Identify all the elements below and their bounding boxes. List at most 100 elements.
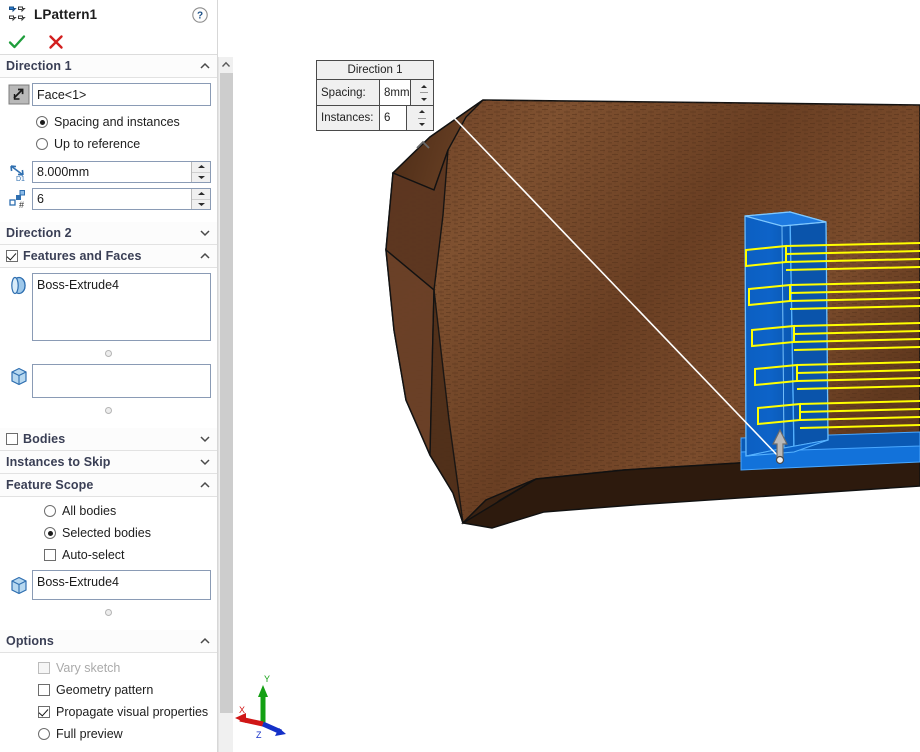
checkbox-label: Auto-select <box>62 548 125 562</box>
callout-spacing-field[interactable]: 8mm <box>380 80 433 105</box>
scroll-up-icon[interactable] <box>219 57 233 72</box>
radio-label: Selected bodies <box>62 526 151 540</box>
accept-button[interactable] <box>6 32 28 52</box>
faces-resize-handle[interactable] <box>6 403 211 417</box>
callout-collapse-chevron-icon[interactable] <box>414 139 432 151</box>
instances-spin-arrows[interactable] <box>191 189 210 209</box>
spacing-spin-arrows[interactable] <box>191 162 210 182</box>
chevron-down-icon <box>198 432 212 446</box>
reverse-direction-icon[interactable] <box>6 84 32 106</box>
scope-body-row: Boss-Extrude4 <box>6 570 211 600</box>
callout-title: Direction 1 <box>317 61 433 80</box>
checkbox-indicator <box>38 684 50 696</box>
spin-down-icon[interactable] <box>420 93 428 105</box>
property-manager-header: LPattern1 ? <box>0 0 217 29</box>
triad-y-label: Y <box>264 674 270 684</box>
chevron-up-icon <box>198 249 212 263</box>
scope-body-field[interactable]: Boss-Extrude4 <box>32 570 211 600</box>
spacing-row: D1 8.000mm <box>6 161 211 183</box>
svg-text:?: ? <box>197 11 203 22</box>
callout-instances-value[interactable]: 6 <box>380 106 406 130</box>
section-header-direction-2[interactable]: Direction 2 <box>0 222 217 245</box>
section-title-direction-2: Direction 2 <box>6 226 72 240</box>
spin-up-icon[interactable] <box>419 80 428 93</box>
callout-instances-field[interactable]: 6 <box>380 106 433 130</box>
section-body-features-and-faces: Boss-Extrude4 <box>0 268 217 428</box>
direction-reference-row: Face<1> <box>6 83 211 106</box>
radio-spacing-and-instances[interactable]: Spacing and instances <box>6 111 211 133</box>
direction-reference-field[interactable]: Face<1> <box>32 83 211 106</box>
chevron-up-icon <box>198 634 212 648</box>
chevron-down-icon <box>198 455 212 469</box>
number-of-instances-icon: # <box>6 188 32 210</box>
callout-spacing-spin[interactable] <box>409 80 433 105</box>
faces-row <box>6 364 211 398</box>
section-title-bodies: Bodies <box>23 432 66 446</box>
radio-label: Spacing and instances <box>54 115 180 129</box>
direction-1-callout[interactable]: Direction 1 Spacing: 8mm Instances: 6 <box>316 60 434 131</box>
property-manager-scrollbar[interactable] <box>218 57 233 752</box>
spin-down-icon[interactable] <box>418 119 426 131</box>
triad-z-label: Z <box>256 730 262 740</box>
radio-label: Up to reference <box>54 137 141 151</box>
spacing-stepper[interactable]: 8.000mm <box>32 161 211 183</box>
section-body-direction-1: Face<1> Spacing and instances Up to refe… <box>0 78 217 222</box>
features-row: Boss-Extrude4 <box>6 273 211 341</box>
features-list-field[interactable]: Boss-Extrude4 <box>32 273 211 341</box>
scrollbar-thumb[interactable] <box>220 73 233 713</box>
triad-x-label: X <box>239 705 245 715</box>
bodies-checkbox[interactable] <box>6 433 18 445</box>
instances-row: # 6 <box>6 188 211 210</box>
checkbox-label: Geometry pattern <box>56 683 154 697</box>
spin-up-icon[interactable] <box>192 162 210 173</box>
faces-list-field[interactable] <box>32 364 211 398</box>
section-header-direction-1[interactable]: Direction 1 <box>0 55 217 78</box>
svg-text:D1: D1 <box>16 176 25 182</box>
section-body-options: Vary sketch Geometry pattern Propagate v… <box>0 653 217 752</box>
radio-selected-bodies[interactable]: Selected bodies <box>6 522 211 544</box>
checkbox-auto-select[interactable]: Auto-select <box>6 544 211 566</box>
section-header-instances-to-skip[interactable]: Instances to Skip <box>0 451 217 474</box>
instances-value[interactable]: 6 <box>33 189 191 209</box>
coordinate-triad: Y X Z <box>235 674 286 740</box>
section-header-feature-scope[interactable]: Feature Scope <box>0 474 217 497</box>
radio-all-bodies[interactable]: All bodies <box>6 500 211 522</box>
callout-spacing-value[interactable]: 8mm <box>380 80 410 105</box>
solid-body-icon <box>6 574 32 596</box>
checkbox-propagate-visual-properties[interactable]: Propagate visual properties <box>6 701 211 723</box>
radio-indicator <box>44 505 56 517</box>
radio-indicator <box>36 138 48 150</box>
section-title-direction-1: Direction 1 <box>6 59 72 73</box>
checkbox-indicator <box>44 549 56 561</box>
chevron-up-icon <box>198 478 212 492</box>
spin-up-icon[interactable] <box>192 189 210 200</box>
checkbox-vary-sketch[interactable]: Vary sketch <box>6 657 211 679</box>
help-icon[interactable]: ? <box>191 6 209 24</box>
checkbox-label: Vary sketch <box>56 661 121 675</box>
features-resize-handle[interactable] <box>6 346 211 360</box>
radio-up-to-reference[interactable]: Up to reference <box>6 133 211 155</box>
spacing-value[interactable]: 8.000mm <box>33 162 191 182</box>
checkbox-indicator <box>38 706 50 718</box>
chevron-up-icon <box>198 59 212 73</box>
section-header-options[interactable]: Options <box>0 630 217 653</box>
cancel-button[interactable] <box>45 32 67 52</box>
section-header-features-and-faces[interactable]: Features and Faces <box>0 245 217 268</box>
solidworks-window: LPattern1 ? Direction 1 Face<1> Spacing … <box>0 0 920 752</box>
section-title-features-and-faces: Features and Faces <box>23 249 142 263</box>
callout-instances-spin[interactable] <box>406 106 433 130</box>
section-title-instances-to-skip: Instances to Skip <box>6 455 111 469</box>
instances-stepper[interactable]: 6 <box>32 188 211 210</box>
features-and-faces-checkbox[interactable] <box>6 250 18 262</box>
radio-full-preview[interactable]: Full preview <box>6 723 211 745</box>
scope-body-resize-handle[interactable] <box>6 605 211 619</box>
section-body-feature-scope: All bodies Selected bodies Auto-select B… <box>0 497 217 630</box>
checkbox-geometry-pattern[interactable]: Geometry pattern <box>6 679 211 701</box>
spin-down-icon[interactable] <box>192 173 210 183</box>
radio-indicator <box>38 728 50 740</box>
spin-up-icon[interactable] <box>418 106 426 119</box>
svg-text:#: # <box>19 200 24 209</box>
section-header-bodies[interactable]: Bodies <box>0 428 217 451</box>
graphics-viewport[interactable]: Y X Z Direction 1 Spacing: 8mm Instances… <box>234 0 920 752</box>
spin-down-icon[interactable] <box>192 200 210 210</box>
